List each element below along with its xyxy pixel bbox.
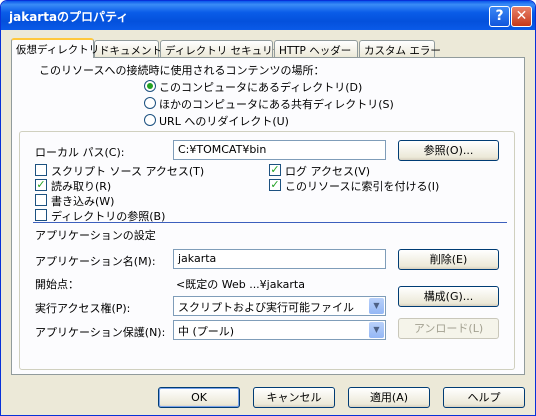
section-divider (33, 222, 507, 223)
close-button[interactable]: ✕ (511, 6, 532, 27)
help-button[interactable]: ヘルプ (443, 387, 525, 408)
exec-permissions-select[interactable]: スクリプトおよび実行可能ファイル ▼ (173, 296, 386, 316)
cancel-button[interactable]: キャンセル (253, 387, 335, 408)
exec-permissions-label: 実行アクセス権(P): (35, 302, 131, 315)
radio-local-directory[interactable] (144, 80, 156, 92)
local-path-input[interactable]: C:¥TOMCAT¥bin (173, 140, 386, 160)
radio-url-redirect-label[interactable]: URL へのリダイレクト(U) (159, 113, 289, 129)
checkbox-write-label[interactable]: 書き込み(W) (51, 193, 114, 209)
tab-custom-errors[interactable]: カスタム エラー (359, 40, 441, 57)
app-protection-select[interactable]: 中 (プール) ▼ (173, 320, 386, 340)
tab-virtual-directory[interactable]: 仮想ディレクトリ (11, 38, 99, 58)
checkbox-index-resource[interactable]: ✓ (269, 179, 281, 191)
chevron-down-icon[interactable]: ▼ (369, 322, 384, 338)
checkbox-log-access-label[interactable]: ログ アクセス(V) (285, 163, 370, 179)
checkbox-index-resource-label[interactable]: このリソースに索引を付ける(I) (285, 178, 439, 194)
radio-url-redirect[interactable] (144, 114, 156, 126)
checkbox-read-label[interactable]: 読み取り(R) (51, 178, 111, 194)
tab-directory-security[interactable]: ディレクトリ セキュリティ (160, 40, 293, 57)
app-section-title: アプリケーションの設定 (35, 229, 156, 242)
apply-button[interactable]: 適用(A) (348, 387, 430, 408)
ok-button[interactable]: OK (158, 387, 240, 408)
radio-share[interactable] (144, 97, 156, 109)
checkbox-log-access[interactable]: ✓ (269, 164, 281, 176)
start-point-label: 開始点： (35, 278, 79, 291)
radio-share-label[interactable]: ほかのコンピュータにある共有ディレクトリ(S) (159, 96, 394, 112)
properties-dialog: jakartaのプロパティ ? ✕ 仮想ディレクトリ ドキュメント ディレクトリ… (0, 0, 536, 416)
app-name-label: アプリケーション名(M): (35, 255, 156, 268)
radio-local-directory-label[interactable]: このコンピュータにあるディレクトリ(D) (159, 79, 362, 95)
app-name-input[interactable]: jakarta (173, 249, 386, 269)
checkbox-read[interactable]: ✓ (35, 179, 47, 191)
checkbox-write[interactable] (35, 194, 47, 206)
start-point-value: <既定の Web ...¥jakarta (176, 278, 305, 291)
checkbox-directory-browse[interactable] (35, 209, 47, 221)
chevron-down-icon[interactable]: ▼ (369, 298, 384, 314)
app-protection-label: アプリケーション保護(N): (35, 326, 166, 339)
browse-button[interactable]: 参照(O)... (398, 140, 499, 161)
help-title-button[interactable]: ? (489, 6, 510, 27)
checkbox-script-source-label[interactable]: スクリプト ソース アクセス(T) (51, 163, 204, 179)
configure-button[interactable]: 構成(G)... (398, 286, 499, 307)
tab-documents[interactable]: ドキュメント (94, 40, 162, 57)
window-title: jakartaのプロパティ (9, 10, 129, 24)
remove-button[interactable]: 削除(E) (398, 249, 499, 270)
title-bar: jakartaのプロパティ ? ✕ (1, 1, 535, 30)
unload-button[interactable]: アンロード(L) (398, 318, 499, 339)
tab-http-headers[interactable]: HTTP ヘッダー (274, 40, 358, 57)
exec-permissions-value: スクリプトおよび実行可能ファイル (178, 301, 354, 314)
source-heading: このリソースへの接続時に使用されるコンテンツの場所： (39, 64, 325, 77)
app-protection-value: 中 (プール) (178, 325, 235, 338)
checkbox-script-source[interactable] (35, 164, 47, 176)
local-path-label: ローカル パス(C): (35, 146, 125, 159)
